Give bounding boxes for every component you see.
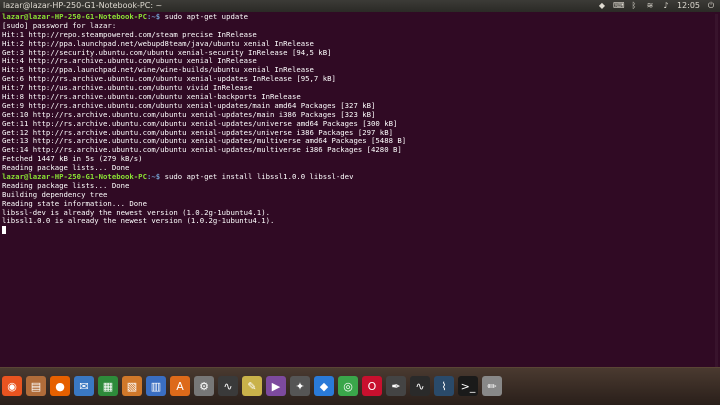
line-text: Reading state information... Done: [2, 198, 147, 208]
line-text: Reading package lists... Done: [2, 180, 130, 190]
line-text: Get:13 http://rs.archive.ubuntu.com/ubun…: [2, 136, 407, 146]
dock-launcher-files[interactable]: ▤: [26, 372, 46, 400]
firefox-icon: ●: [50, 376, 70, 396]
dock-launcher-text-editor[interactable]: ✎: [242, 372, 262, 400]
dock-launcher-system-monitor[interactable]: ∿: [218, 372, 238, 400]
prompt-dir: :~$: [146, 12, 165, 21]
top-panel: lazar@lazar-HP-250-G1-Notebook-PC: ~ ◆ ⌨…: [0, 0, 720, 12]
dock-launcher-notes[interactable]: ✏: [482, 372, 502, 400]
line-text: Get:11 http://rs.archive.ubuntu.com/ubun…: [2, 118, 398, 128]
volume-icon[interactable]: ♪: [661, 1, 671, 11]
notes-icon: ✏: [482, 376, 502, 396]
cursor-line: [2, 226, 406, 235]
dock-launcher-settings[interactable]: ⚙: [194, 372, 214, 400]
line-text: Hit:1 http://repo.steampowered.com/steam…: [2, 29, 257, 39]
dock-launcher-terminal[interactable]: >_: [458, 372, 478, 400]
line-text: Reading package lists... Done: [2, 163, 130, 173]
line-text: Hit:7 http://us.archive.ubuntu.com/ubunt…: [2, 83, 253, 93]
line-text: Get:6 http://rs.archive.ubuntu.com/ubunt…: [2, 74, 336, 84]
keyboard-icon[interactable]: ⌨: [613, 1, 625, 11]
text-cursor: [2, 226, 6, 235]
line-text: sudo apt-get update: [164, 12, 249, 21]
dock-launcher-pen[interactable]: ✒: [386, 372, 406, 400]
line-text: libssl1.0.0 is already the newest versio…: [2, 216, 275, 226]
dropbox-icon: ◆: [314, 376, 334, 396]
dock-launcher-chrome[interactable]: ◎: [338, 372, 358, 400]
bluetooth-icon[interactable]: ᛒ: [629, 1, 639, 11]
dock-launcher-firefox[interactable]: ●: [50, 372, 70, 400]
dock-launcher-ubuntu-dash[interactable]: ◉: [2, 372, 22, 400]
line-text: Hit:2 http://ppa.launchpad.net/webupd8te…: [2, 38, 314, 48]
files-icon: ▤: [26, 376, 46, 396]
wifi-icon[interactable]: ≋: [645, 1, 655, 11]
media-player-icon: ▶: [266, 376, 286, 396]
line-text: Get:3 http://security.ubuntu.com/ubuntu …: [2, 47, 332, 57]
output-line: libssl1.0.0 is already the newest versio…: [2, 217, 406, 226]
dock-launcher-libreoffice-calc[interactable]: ▦: [98, 372, 118, 400]
activity-monitor-icon: ⌇: [434, 376, 454, 396]
dock-launcher-system-monitor-2[interactable]: ∿: [410, 372, 430, 400]
line-text: libssl-dev is already the newest version…: [2, 207, 270, 217]
software-center-icon: A: [170, 376, 190, 396]
system-monitor-2-icon: ∿: [410, 376, 430, 396]
settings-icon: ⚙: [194, 376, 214, 396]
text-editor-icon: ✎: [242, 376, 262, 396]
line-text: Get:10 http://rs.archive.ubuntu.com/ubun…: [2, 109, 376, 119]
libreoffice-calc-icon: ▦: [98, 376, 118, 396]
system-monitor-icon: ∿: [218, 376, 238, 396]
dock-launcher-opera[interactable]: O: [362, 372, 382, 400]
dropbox-icon[interactable]: ◆: [597, 1, 607, 11]
terminal-icon: >_: [458, 376, 478, 396]
game-icon: ✦: [290, 376, 310, 396]
line-text: Hit:8 http://rs.archive.ubuntu.com/ubunt…: [2, 92, 301, 102]
system-tray: ◆ ⌨ ᛒ ≋ ♪ 12:05 ⏻: [597, 0, 716, 12]
dock-launcher-game[interactable]: ✦: [290, 372, 310, 400]
scrollbar[interactable]: [715, 14, 718, 367]
prompt-user-host: lazar@lazar-HP-250-G1-Notebook-PC: [2, 172, 147, 182]
line-text: sudo apt-get install libssl1.0.0 libssl-…: [164, 172, 354, 182]
chrome-icon: ◎: [338, 376, 358, 396]
terminal-window[interactable]: lazar@lazar-HP-250-G1-Notebook-PC:~$ sud…: [0, 12, 720, 367]
power-icon[interactable]: ⏻: [706, 1, 716, 11]
launcher-dock: ◉ ▤ ● ✉ ▦ ▧ ▥ A ⚙ ∿ ✎ ▶ ✦ ◆ ◎ O ✒ ∿ ⌇ >_ ✏: [0, 367, 720, 405]
line-text: Building dependency tree: [2, 189, 108, 199]
thunderbird-icon: ✉: [74, 376, 94, 396]
dock-launcher-media-player[interactable]: ▶: [266, 372, 286, 400]
ubuntu-dash-icon: ◉: [2, 376, 22, 396]
dock-launcher-activity-monitor[interactable]: ⌇: [434, 372, 454, 400]
terminal-output: lazar@lazar-HP-250-G1-Notebook-PC:~$ sud…: [2, 12, 407, 235]
dock-launcher-software-center[interactable]: A: [170, 372, 190, 400]
line-text: Hit:4 http://rs.archive.ubuntu.com/ubunt…: [2, 56, 257, 66]
prompt-dir: :~$: [146, 172, 165, 182]
dock-items: ◉ ▤ ● ✉ ▦ ▧ ▥ A ⚙ ∿ ✎ ▶ ✦ ◆ ◎ O ✒ ∿ ⌇ >_ ✏: [2, 372, 502, 400]
opera-icon: O: [362, 376, 382, 396]
dock-launcher-dropbox[interactable]: ◆: [314, 372, 334, 400]
line-text: Hit:5 http://ppa.launchpad.net/wine/wine…: [2, 65, 314, 75]
dock-launcher-thunderbird[interactable]: ✉: [74, 372, 94, 400]
pen-icon: ✒: [386, 376, 406, 396]
prompt-user-host: lazar@lazar-HP-250-G1-Notebook-PC: [2, 12, 147, 21]
clock[interactable]: 12:05: [677, 0, 700, 12]
dock-launcher-libreoffice-impress[interactable]: ▧: [122, 372, 142, 400]
libreoffice-impress-icon: ▧: [122, 376, 142, 396]
libreoffice-writer-icon: ▥: [146, 376, 166, 396]
line-text: [sudo] password for lazar:: [2, 20, 117, 30]
line-text: Get:12 http://rs.archive.ubuntu.com/ubun…: [2, 127, 393, 137]
line-text: Get:14 http://rs.archive.ubuntu.com/ubun…: [2, 145, 402, 155]
dock-launcher-libreoffice-writer[interactable]: ▥: [146, 372, 166, 400]
line-text: Fetched 1447 kB in 5s (279 kB/s): [2, 154, 143, 164]
window-title: lazar@lazar-HP-250-G1-Notebook-PC: ~: [3, 1, 163, 10]
line-text: Get:9 http://rs.archive.ubuntu.com/ubunt…: [2, 100, 376, 110]
